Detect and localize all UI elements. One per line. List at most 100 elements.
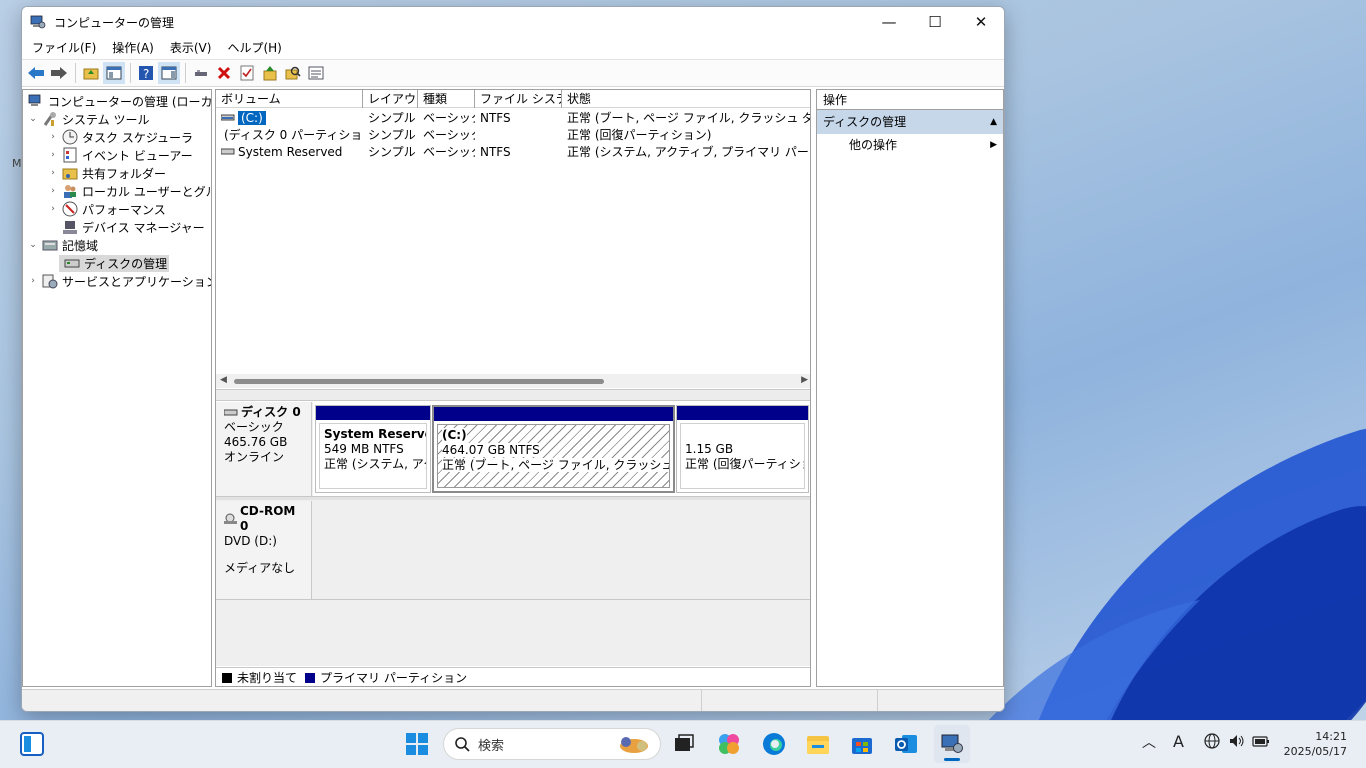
tree-item-shared-folders[interactable]: › 共有フォルダー (47, 164, 166, 182)
properties-icon[interactable] (236, 62, 258, 84)
network-icon[interactable] (1203, 732, 1221, 754)
clock[interactable]: 14:21 2025/05/17 (1284, 729, 1347, 759)
chevron-right-icon[interactable]: › (47, 186, 59, 196)
computer-management-window: コンピューターの管理 — ☐ ✕ ファイル(F) 操作(A) 表示(V) ヘルプ… (21, 6, 1005, 712)
disk-management-pane: ボリューム レイアウト 種類 ファイル システム 状態 (C:) シンプル ベー… (215, 89, 811, 687)
table-row[interactable]: (C:) シンプル ベーシック NTFS 正常 (ブート, ページ ファイル, … (216, 109, 810, 126)
chevron-down-icon[interactable]: ⌄ (27, 114, 39, 124)
show-action-pane-icon[interactable] (158, 62, 180, 84)
search-folder-icon[interactable] (282, 62, 304, 84)
widgets-icon[interactable] (16, 728, 48, 760)
tree-item-disk-management[interactable]: ディスクの管理 (59, 254, 170, 272)
tree-item-event-viewer[interactable]: › イベント ビューアー (47, 146, 193, 164)
tree-item-performance[interactable]: › パフォーマンス (47, 200, 166, 218)
close-button[interactable]: ✕ (958, 7, 1004, 37)
list-view-icon[interactable] (305, 62, 327, 84)
computer-management-taskbar-icon[interactable] (934, 725, 970, 763)
device-manager-icon (63, 221, 77, 234)
show-hidden-icons-icon[interactable]: ︿ (1142, 732, 1156, 752)
actions-section-disk-management[interactable]: ディスクの管理 ▲ (817, 110, 1003, 134)
column-type[interactable]: 種類 (418, 90, 475, 108)
disk0-label[interactable]: ディスク 0 ベーシック 465.76 GB オンライン (216, 402, 312, 496)
tree-item-storage[interactable]: ⌄ 記憶域 (27, 236, 98, 254)
scroll-right-icon[interactable]: ▶ (801, 375, 808, 385)
column-filesystem[interactable]: ファイル システム (475, 90, 562, 108)
partition-system-reserved[interactable]: System Reserved 549 MB NTFS 正常 (システム, アク… (315, 405, 431, 493)
horizontal-scrollbar[interactable]: ◀ ▶ (216, 374, 810, 388)
volume-icon[interactable] (1228, 732, 1246, 754)
chevron-right-icon[interactable]: › (47, 132, 59, 142)
primary-partition-swatch (305, 672, 316, 683)
volume-icon (221, 148, 235, 154)
start-icon[interactable] (401, 728, 433, 760)
disk-icon (224, 409, 238, 415)
event-viewer-icon (63, 147, 77, 163)
battery-icon[interactable] (1251, 732, 1271, 754)
scrollbar-thumb[interactable] (234, 379, 604, 384)
toolbar: ? (22, 59, 1004, 87)
tree-item-device-manager[interactable]: デバイス マネージャー (59, 218, 205, 236)
submenu-arrow-icon: ▶ (990, 140, 997, 150)
minimize-button[interactable]: — (866, 7, 912, 37)
tree-item-services-apps[interactable]: › サービスとアプリケーション (27, 272, 211, 290)
menu-file[interactable]: ファイル(F) (24, 37, 104, 59)
show-tree-icon[interactable] (103, 62, 125, 84)
column-status[interactable]: 状態 (562, 90, 810, 108)
maximize-button[interactable]: ☐ (912, 7, 958, 37)
partition-recovery[interactable]: 1.15 GB 正常 (回復パーティション) (676, 405, 809, 493)
search-icon (455, 737, 470, 752)
up-folder-icon[interactable] (80, 62, 102, 84)
taskbar-search[interactable]: 検索 (443, 728, 661, 760)
column-volume[interactable]: ボリューム (216, 90, 363, 108)
partition-c-drive[interactable]: (C:) 464.07 GB NTFS 正常 (ブート, ページ ファイル, ク… (432, 405, 675, 493)
forward-icon[interactable] (48, 62, 70, 84)
scroll-left-icon[interactable]: ◀ (220, 375, 227, 385)
edge-icon[interactable] (758, 728, 790, 760)
help-icon[interactable]: ? (135, 62, 157, 84)
outlook-icon[interactable] (890, 728, 922, 760)
chevron-right-icon[interactable]: › (47, 168, 59, 178)
services-icon (42, 274, 58, 289)
cdrom-label[interactable]: CD-ROM 0 DVD (D:) メディアなし (216, 501, 312, 599)
collapse-up-icon[interactable]: ▲ (990, 110, 997, 134)
chevron-right-icon[interactable]: › (47, 204, 59, 214)
back-icon[interactable] (25, 62, 47, 84)
clock-icon (62, 129, 78, 145)
connect-icon[interactable] (190, 62, 212, 84)
tools-icon (43, 112, 56, 126)
computer-management-icon (30, 15, 46, 29)
file-explorer-icon[interactable] (802, 728, 834, 760)
action-more-actions[interactable]: 他の操作 ▶ (817, 134, 1003, 156)
task-view-icon[interactable] (668, 728, 700, 760)
delete-icon[interactable] (213, 62, 235, 84)
tree-item-system-tools[interactable]: ⌄ システム ツール (27, 110, 149, 128)
storage-icon (42, 240, 58, 251)
export-icon[interactable] (259, 62, 281, 84)
store-icon[interactable] (846, 728, 878, 760)
search-highlight-icon (620, 737, 648, 753)
table-row[interactable]: (ディスク 0 パーティション 3) シンプル ベーシック 正常 (回復パーティ… (216, 126, 810, 143)
clock-date: 2025/05/17 (1283, 745, 1347, 758)
volume-icon (221, 114, 235, 120)
volume-list-header: ボリューム レイアウト 種類 ファイル システム 状態 (216, 90, 810, 108)
performance-icon (62, 201, 78, 217)
actions-header: 操作 (817, 90, 1003, 110)
pane-splitter[interactable] (216, 389, 810, 401)
chevron-right-icon[interactable]: › (47, 150, 59, 160)
column-layout[interactable]: レイアウト (363, 90, 418, 108)
copilot-icon[interactable] (713, 728, 745, 760)
table-row[interactable]: System Reserved シンプル ベーシック NTFS 正常 (システム… (216, 143, 810, 160)
menu-view[interactable]: 表示(V) (162, 37, 220, 59)
svg-text:?: ? (143, 67, 149, 81)
partition-legend: 未割り当て プライマリ パーティション (216, 667, 810, 686)
menu-help[interactable]: ヘルプ(H) (219, 37, 289, 59)
status-bar (22, 689, 1004, 711)
computer-management-icon (28, 94, 41, 106)
menu-action[interactable]: 操作(A) (104, 37, 162, 59)
tree-item-root[interactable]: コンピューターの管理 (ローカル) (25, 92, 211, 110)
ime-indicator[interactable]: A (1173, 732, 1184, 751)
chevron-down-icon[interactable]: ⌄ (27, 240, 39, 250)
tree-item-local-users[interactable]: › ローカル ユーザーとグループ (47, 182, 211, 200)
chevron-right-icon[interactable]: › (27, 276, 39, 286)
tree-item-task-scheduler[interactable]: › タスク スケジューラ (47, 128, 193, 146)
